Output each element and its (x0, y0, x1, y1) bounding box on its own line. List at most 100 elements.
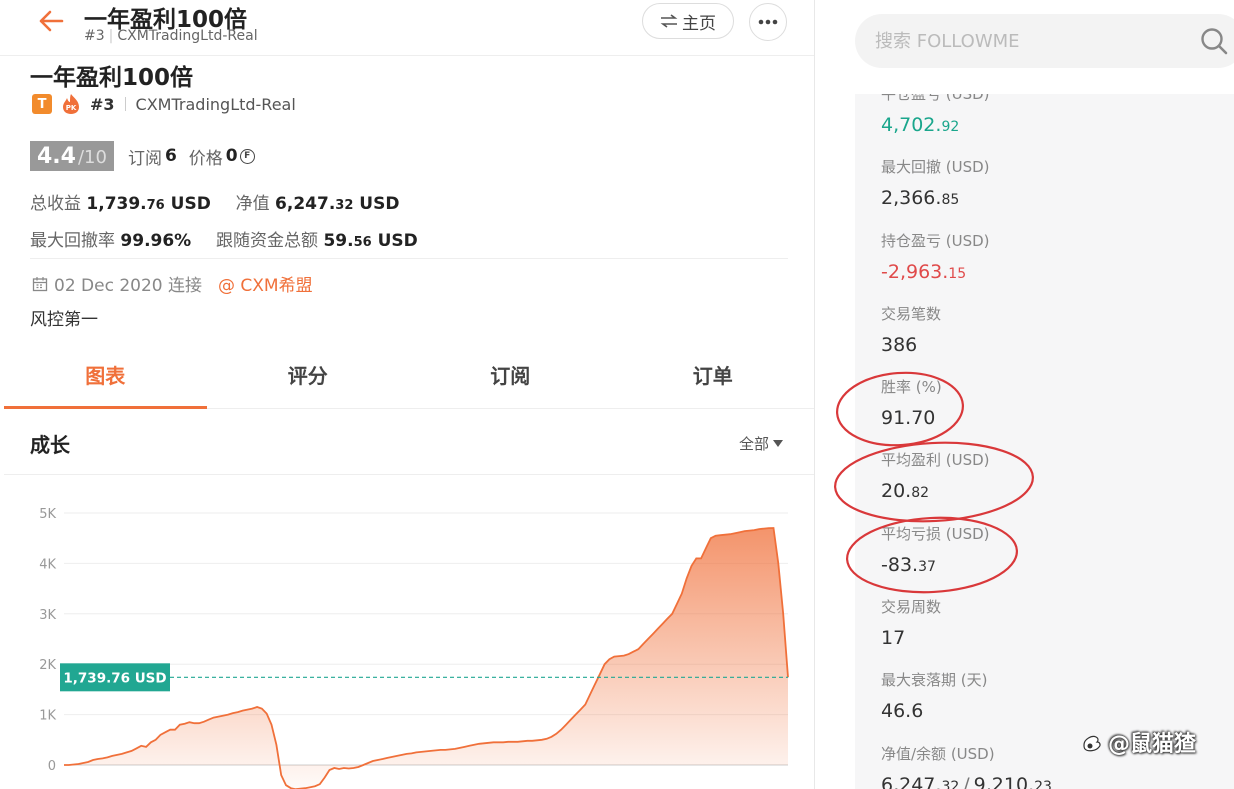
price-label: 价格 (188, 148, 223, 169)
stat-value-dec: 32 (941, 778, 960, 789)
currency: USD (377, 231, 418, 251)
stat-value-int: 17 (881, 627, 906, 650)
tab-bar: 图表 评分 订阅 订单 (4, 340, 814, 409)
growth-title: 成长 (30, 433, 70, 457)
stat-value: 386 (881, 329, 1052, 361)
stat-value: 6,247.32/9,210.23 (881, 769, 1052, 789)
growth-header: 成长 全部 (4, 409, 814, 475)
home-button-label: 主页 (682, 13, 716, 34)
range-select[interactable]: 全部 (739, 433, 784, 454)
stat-label: 最大回撤 (USD) (881, 158, 990, 177)
search-icon[interactable] (1199, 26, 1229, 56)
stat-label: 净值/余额 (USD) (881, 744, 995, 763)
profile-account: CXMTradingLtd-Real (135, 94, 296, 114)
panel-divider (814, 0, 815, 789)
y-axis: 0 1K 2K 3K 4K 5K (39, 507, 56, 774)
max-drawdown-rate-label: 最大回撤率 (30, 231, 115, 251)
header-subtitle: #3 | CXMTradingLtd-Real (84, 28, 258, 44)
max-drawdown-rate: 99.96% (120, 231, 192, 251)
top-header: 一年盈利100倍 #3 | CXMTradingLtd-Real 主页 (0, 0, 815, 56)
follow-funds-label: 跟随资金总额 (216, 231, 319, 251)
y-tick-label: 1K (39, 709, 56, 724)
stat-item: 交易周数 17 (881, 592, 1052, 665)
currency: USD (359, 194, 400, 214)
stat-value: 2,366.85 (881, 182, 1052, 214)
divider (124, 97, 126, 111)
stat-item: 平仓盈亏 (USD) 4,702.92 (881, 94, 1052, 152)
stat-value-dec: 82 (911, 485, 930, 502)
total-profit-dec: 76 (146, 198, 165, 213)
stat-label: 平仓盈亏 (USD) (881, 94, 990, 103)
stat-value-dec: 37 (918, 558, 936, 575)
back-button[interactable] (36, 6, 66, 36)
stat-value: 91.70 (881, 402, 1052, 434)
stat-value-int: 91.70 (881, 407, 936, 430)
stat-value-dec: 23 (1034, 778, 1052, 789)
profile-badges: T PK #3 CXMTradingLtd-Real (32, 93, 296, 115)
more-dots-icon (758, 19, 778, 25)
stat-value-int: 4,702. (881, 114, 942, 136)
stats-list: 平仓盈亏 (USD) 4,702.92 最大回撤 (USD) 2,366.85 持仓盈亏… (881, 94, 1052, 789)
home-button[interactable]: 主页 (642, 3, 734, 39)
y-tick-label: 3K (39, 608, 56, 623)
pk-flame-icon: PK (60, 93, 82, 115)
stat-value: 17 (881, 622, 1052, 654)
tab-rating[interactable]: 评分 (207, 340, 410, 408)
y-tick-label: 0 (48, 759, 56, 774)
stat-item: 平均盈利 (USD) 20.82 (881, 445, 1052, 518)
broker-link[interactable]: @ CXM希盟 (218, 271, 313, 296)
drawdown-summary: 最大回撤率 99.96% 跟随资金总额 59.56 USD (30, 226, 418, 251)
tab-orders[interactable]: 订单 (612, 340, 815, 408)
weibo-logo-icon (1083, 735, 1101, 752)
coin-icon: F (239, 148, 255, 164)
stat-value-dec: 92 (941, 119, 960, 135)
stat-value-int: -2,963. (881, 260, 949, 283)
stat-value: 20.82 (881, 475, 1052, 507)
tab-chart[interactable]: 图表 (4, 340, 207, 409)
divider (30, 258, 788, 259)
profit-summary: 总收益 1,739.76 USD 净值 6,247.32 USD (30, 189, 399, 214)
stat-value: 4,702.92 (881, 109, 1052, 141)
header-rank: #3 (84, 28, 105, 44)
stat-item: 持仓盈亏 (USD) -2,963.15 (881, 226, 1052, 299)
tab-subscribe[interactable]: 订阅 (409, 340, 612, 408)
profile-title: 一年盈利100倍 (30, 65, 194, 91)
score-value: 4.4 (37, 144, 76, 169)
stat-label: 交易周数 (881, 598, 942, 617)
arrow-left-icon (39, 10, 64, 32)
follow-funds-dec: 56 (353, 235, 372, 250)
subscribe-label: 订阅 (127, 148, 162, 169)
stat-label: 交易笔数 (881, 304, 942, 323)
connect-row: 02 Dec 2020 连接 @ CXM希盟 (32, 271, 313, 296)
score-badge: 4.4/10 (30, 141, 114, 171)
y-tick-label: 5K (39, 507, 56, 522)
watermark-text: @鼠猫猹 (1108, 732, 1197, 757)
stat-label: 持仓盈亏 (USD) (881, 231, 990, 250)
stat-value-int: 46.6 (881, 700, 924, 723)
search-input[interactable] (875, 14, 1195, 68)
stat-value-dec: 15 (948, 265, 967, 282)
growth-chart: 0 1K 2K 3K 4K 5K 1,739.76 USD (39, 507, 789, 789)
stat-value-int: 386 (881, 333, 918, 356)
separator: / (963, 773, 970, 789)
stat-item: 最大回撤 (USD) 2,366.85 (881, 152, 1052, 225)
stats-panel: 平仓盈亏 (USD) 4,702.92 最大回撤 (USD) 2,366.85 持仓盈亏… (855, 94, 1234, 789)
stat-label: 胜率 (%) (881, 378, 942, 397)
more-button[interactable] (749, 3, 787, 41)
stat-value-int: -83. (881, 553, 919, 576)
profile-description: 风控第一 (30, 310, 98, 330)
stat-value-dec: 85 (941, 192, 960, 209)
stat-label: 平均亏损 (USD) (881, 524, 990, 543)
watermark: @鼠猫猹 (1080, 726, 1196, 758)
stat-item: 最大衰落期 (天) 46.6 (881, 665, 1052, 738)
y-tick-label: 2K (39, 658, 56, 673)
y-tick-label: 4K (39, 557, 56, 572)
range-select-value: 全部 (739, 435, 770, 453)
equity-dec: 32 (335, 198, 354, 213)
stat-label: 平均盈利 (USD) (881, 451, 990, 470)
header-account: CXMTradingLtd-Real (117, 28, 258, 44)
pk-badge-text: PK (66, 104, 77, 112)
trader-badge: T (32, 94, 52, 114)
stat-value: -2,963.15 (881, 256, 1052, 288)
total-profit-label: 总收益 (30, 194, 81, 214)
